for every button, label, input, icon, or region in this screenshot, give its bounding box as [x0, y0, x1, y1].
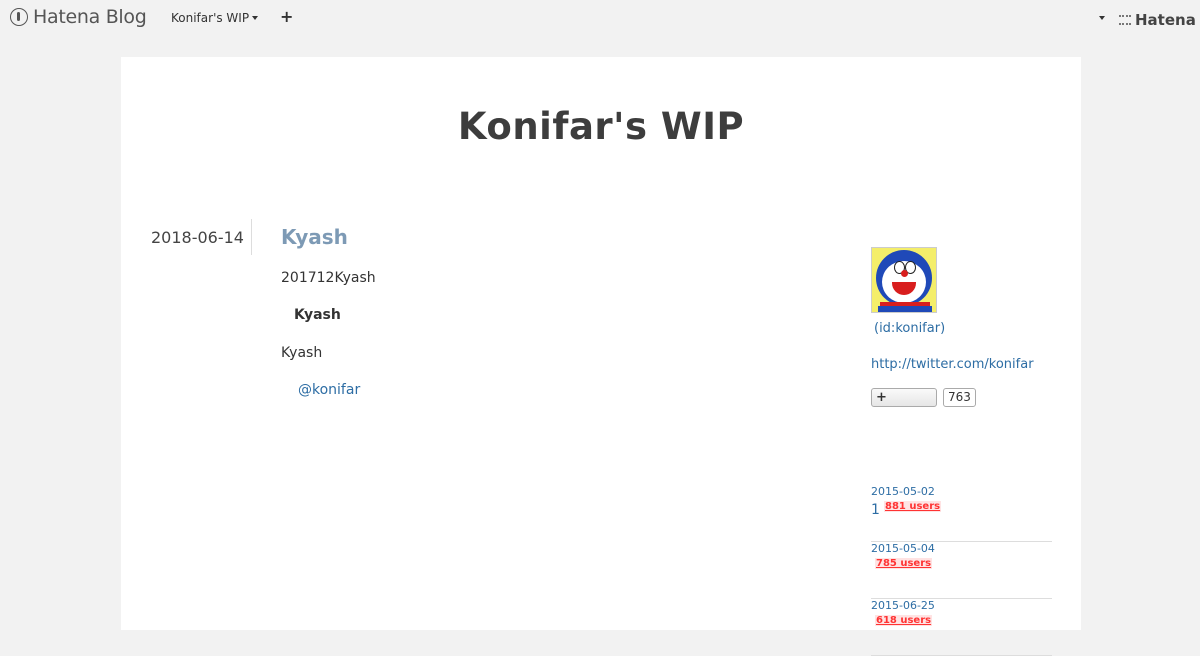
chevron-down-icon — [252, 16, 259, 20]
entry-heading: Kyash — [294, 307, 341, 323]
blog-menu-label: Konifar's WIP — [171, 11, 250, 25]
avatar[interactable] — [871, 247, 937, 313]
blog-title[interactable]: Konifar's WIP — [121, 105, 1081, 148]
entry-paragraph: Kyash — [281, 345, 323, 361]
bookmark-users-badge[interactable]: 618 users — [875, 615, 933, 626]
bookmark-users-badge[interactable]: 881 users — [884, 501, 942, 512]
subscribe-button[interactable]: + — [871, 388, 937, 407]
popular-entry[interactable]: 2015-05-04 785 users — [871, 542, 1052, 599]
subscriber-count: 763 — [943, 388, 976, 407]
new-entry-button[interactable]: + — [280, 7, 293, 26]
blog-menu-dropdown[interactable]: Konifar's WIP — [171, 11, 259, 25]
popular-entry-title[interactable]: 1 — [871, 502, 880, 518]
date-divider — [251, 219, 252, 255]
entry-date[interactable]: 2018-06-14 — [151, 228, 244, 247]
entry-title[interactable]: Kyash — [281, 225, 348, 249]
entry-paragraph: 201712Kyash — [281, 270, 376, 286]
popular-entry[interactable]: 2015-06-25 618 users — [871, 599, 1052, 656]
twitter-profile-link[interactable]: http://twitter.com/konifar — [871, 357, 1034, 372]
hatena-blog-logo-icon — [10, 8, 28, 26]
hatena-blog-logo[interactable]: Hatena Blog — [10, 6, 147, 28]
user-id-link[interactable]: (id:konifar) — [874, 321, 945, 336]
user-menu-chevron-down-icon[interactable] — [1099, 16, 1105, 20]
bookmark-users-badge[interactable]: 785 users — [875, 558, 933, 569]
popular-entry[interactable]: 2015-05-02 1 881 users — [871, 485, 1052, 542]
popular-entries: 2015-05-02 1 881 users 2015-05-04 785 us… — [871, 485, 1052, 656]
hatena-logo-text: Hatena — [1135, 11, 1196, 29]
avatar-nose — [901, 270, 908, 277]
popular-entry-date[interactable]: 2015-06-25 — [871, 599, 935, 612]
twitter-mention-link[interactable]: @konifar — [298, 382, 360, 398]
popular-entry-date[interactable]: 2015-05-04 — [871, 542, 935, 555]
popular-entry-date[interactable]: 2015-05-02 — [871, 485, 935, 498]
avatar-body — [878, 306, 932, 312]
hatena-icon — [1119, 15, 1131, 25]
blog-container: Konifar's WIP 2018-06-14 Kyash 201712Kya… — [121, 57, 1081, 656]
global-header: Hatena Blog Konifar's WIP + Hatena — [0, 0, 1200, 38]
hatena-logo[interactable]: Hatena — [1119, 11, 1196, 29]
logo-text: Hatena Blog — [33, 6, 147, 28]
